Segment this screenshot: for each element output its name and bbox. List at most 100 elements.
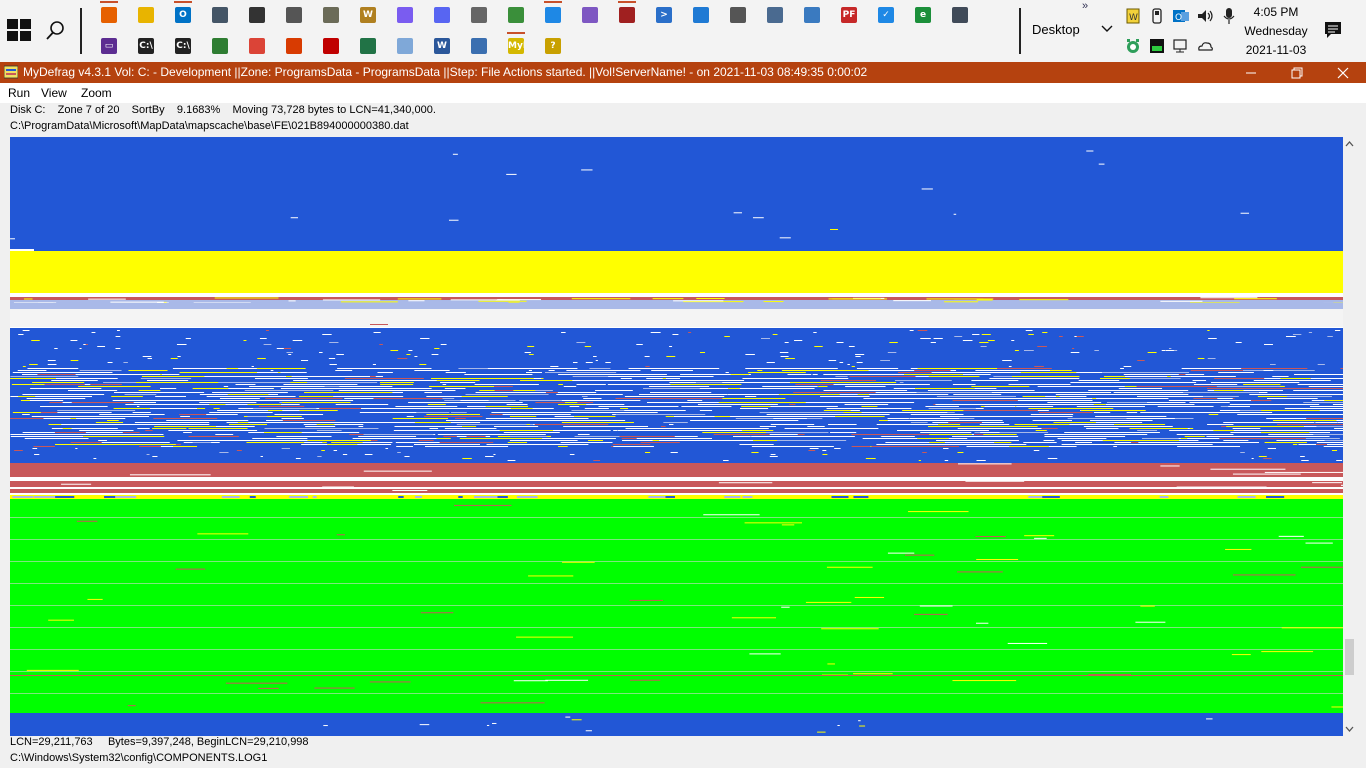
firefox-icon[interactable] xyxy=(94,1,124,29)
excel-tool-icon[interactable] xyxy=(353,32,383,60)
menu-zoom[interactable]: Zoom xyxy=(81,86,112,100)
disk-cluster-block xyxy=(18,396,36,397)
remote-desktop-icon[interactable] xyxy=(945,1,975,29)
disk-map[interactable] xyxy=(10,137,1343,736)
file-explorer-icon[interactable] xyxy=(131,1,161,29)
help-icon[interactable]: ? xyxy=(538,32,568,60)
disk-cluster-block xyxy=(276,436,332,437)
network-tool-icon[interactable] xyxy=(205,1,235,29)
outlook-tray-icon[interactable]: O xyxy=(1172,7,1190,25)
mydefrag-app-icon[interactable] xyxy=(3,65,19,79)
gear-icon[interactable] xyxy=(723,1,753,29)
disk-cluster-block xyxy=(1217,398,1233,399)
green-app-icon[interactable]: e xyxy=(908,1,938,29)
office-icon[interactable] xyxy=(279,32,309,60)
start-button[interactable] xyxy=(4,16,32,44)
control-panel-icon[interactable] xyxy=(797,1,827,29)
microphone-icon[interactable] xyxy=(1220,7,1238,25)
disk-cluster-block xyxy=(319,352,323,353)
pdf-tool-icon[interactable]: PF xyxy=(834,1,864,29)
toolbar-overflow-chevron[interactable]: » xyxy=(1082,0,1088,12)
disk-cluster-block xyxy=(1269,364,1276,365)
disk-cluster-block xyxy=(1184,400,1251,401)
desktop-toolbar-label[interactable]: Desktop xyxy=(1032,22,1080,37)
disk-cluster-block xyxy=(780,356,789,357)
terminal-purple-icon[interactable]: ▭ xyxy=(94,32,124,60)
vscode-icon[interactable] xyxy=(538,1,568,29)
chevron-down-icon[interactable] xyxy=(1100,22,1114,36)
green-clock-icon[interactable] xyxy=(1124,37,1142,55)
notes-icon[interactable] xyxy=(390,32,420,60)
wordpad-tray-icon[interactable]: W xyxy=(1124,7,1142,25)
disk-cluster-block xyxy=(372,364,376,365)
disk-cluster-block xyxy=(124,394,157,395)
palm-tree-icon[interactable] xyxy=(205,32,235,60)
close-button[interactable] xyxy=(1320,62,1366,83)
camera-tool-icon[interactable] xyxy=(242,1,272,29)
chrome-icon[interactable] xyxy=(242,32,272,60)
disk-cluster-block xyxy=(1104,380,1120,381)
vertical-scrollbar[interactable] xyxy=(1343,137,1356,736)
visual-studio-icon[interactable] xyxy=(575,1,605,29)
disk-cluster-block xyxy=(29,364,38,365)
disk-cluster-block xyxy=(1145,479,1200,481)
disk-cluster-block xyxy=(999,378,1080,379)
disk-cluster-block xyxy=(612,444,651,445)
scroll-down-arrow-icon[interactable] xyxy=(1343,722,1356,736)
todo-check-icon[interactable]: ✓ xyxy=(871,1,901,29)
gpu-monitor-icon[interactable] xyxy=(1148,37,1166,55)
document-icon[interactable] xyxy=(464,32,494,60)
word-icon[interactable]: W xyxy=(427,32,457,60)
disk-cluster-block xyxy=(88,298,126,300)
minimize-button[interactable] xyxy=(1228,62,1274,83)
messenger-icon[interactable] xyxy=(390,1,420,29)
wordpad-icon[interactable]: W xyxy=(353,1,383,29)
mydefrag-tool-icon[interactable] xyxy=(612,1,642,29)
disk-cluster-block xyxy=(322,299,381,301)
disk-cluster-block xyxy=(1039,412,1093,413)
disk-cluster-block xyxy=(1298,384,1343,385)
disk-cluster-block xyxy=(687,430,741,431)
gimp-icon[interactable] xyxy=(316,1,346,29)
menu-view[interactable]: View xyxy=(41,86,67,100)
robot-tool-icon[interactable] xyxy=(279,1,309,29)
disk-cluster-block xyxy=(793,432,807,433)
discord-icon[interactable] xyxy=(427,1,457,29)
restore-button[interactable] xyxy=(1274,62,1320,83)
svg-text:W: W xyxy=(1129,13,1138,23)
system-clock[interactable]: 4:05 PM Wednesday 2021-11-03 xyxy=(1240,3,1312,60)
usb-device-icon[interactable] xyxy=(1148,7,1166,25)
acrobat-icon[interactable] xyxy=(316,32,346,60)
disk-cluster-block xyxy=(975,536,1006,538)
disk-cluster-block xyxy=(1285,336,1296,337)
scroll-up-arrow-icon[interactable] xyxy=(1343,137,1356,151)
window-titlebar[interactable]: MyDefrag v4.3.1 Vol: C: - Development ||… xyxy=(0,62,1366,83)
mydefrag-icon[interactable]: MyD xyxy=(501,32,531,60)
windows-xp-icon[interactable] xyxy=(501,1,531,29)
calculator-grid-icon[interactable] xyxy=(686,1,716,29)
cmd-icon[interactable]: C:\ xyxy=(131,32,161,60)
disk-cluster-block xyxy=(887,552,915,554)
disk-cluster-block xyxy=(57,410,136,411)
disk-cluster-block xyxy=(620,408,629,409)
disk-cluster-block xyxy=(936,396,1016,397)
menu-run[interactable]: Run xyxy=(8,86,30,100)
disk-cluster-block xyxy=(394,426,462,427)
cmd-admin-icon[interactable]: C:\ xyxy=(168,32,198,60)
notification-center-icon[interactable] xyxy=(1322,20,1344,40)
onedrive-icon[interactable] xyxy=(1196,37,1214,55)
disk-cluster-block xyxy=(1193,384,1238,385)
scrollbar-thumb[interactable] xyxy=(1345,639,1354,675)
checklist-icon[interactable] xyxy=(464,1,494,29)
network-icon[interactable] xyxy=(1172,37,1190,55)
disk-cluster-block xyxy=(558,384,563,385)
disk-cluster-block xyxy=(553,430,611,431)
powershell-icon[interactable]: > xyxy=(649,1,679,29)
speaker-icon[interactable] xyxy=(1196,7,1214,25)
disk-cluster-block xyxy=(1207,358,1216,359)
search-icon[interactable] xyxy=(44,18,68,42)
disk-cluster-block xyxy=(370,376,376,377)
computer-management-icon[interactable] xyxy=(760,1,790,29)
outlook-icon[interactable]: O xyxy=(168,1,198,29)
disk-cluster-block xyxy=(1168,348,1172,349)
